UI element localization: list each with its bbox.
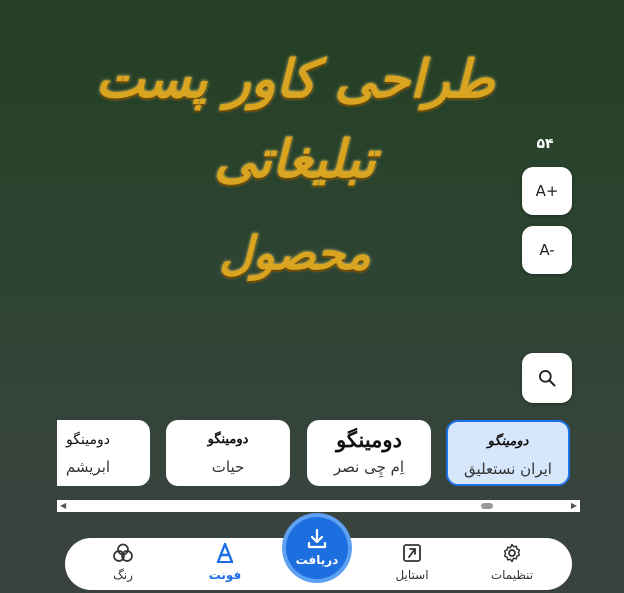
- font-icon: [216, 542, 234, 564]
- font-sample: دومینگو: [207, 432, 249, 447]
- font-sample: دومینگو: [336, 427, 402, 452]
- download-icon: [307, 528, 327, 549]
- download-button[interactable]: دریافت: [286, 517, 348, 579]
- scrollbar-thumb[interactable]: [481, 503, 493, 509]
- scroll-left-icon[interactable]: ◀: [60, 500, 66, 512]
- font-card-hayat[interactable]: دومینگو حیات: [166, 420, 290, 486]
- color-circles-icon: [113, 543, 133, 562]
- search-icon: [539, 370, 556, 387]
- font-name: ابریشم: [65, 458, 111, 476]
- gear-icon: [503, 543, 521, 563]
- preview-line-2: محصول: [219, 226, 371, 280]
- horizontal-scrollbar[interactable]: ◀ ▶: [57, 500, 580, 512]
- nav-settings-label: تنظیمات: [490, 568, 534, 582]
- font-card-iran-nastaliq[interactable]: دومینگو ایران نستعلیق: [446, 420, 570, 486]
- nav-color[interactable]: رنگ: [83, 538, 163, 590]
- font-list[interactable]: دومینگو ایران نستعلیق دومینگو اِم چِی نص…: [57, 418, 577, 490]
- font-card-abrisham[interactable]: دومینگو ابریشم: [57, 420, 150, 486]
- nav-settings[interactable]: تنظیمات: [472, 538, 552, 590]
- nav-style-label: استایل: [395, 568, 429, 582]
- increase-size-button[interactable]: A+: [522, 167, 572, 215]
- scroll-right-icon[interactable]: ▶: [571, 500, 577, 512]
- search-button[interactable]: [522, 353, 572, 403]
- font-sample: دومینگو: [487, 434, 529, 449]
- font-name: ایران نستعلیق: [464, 460, 552, 478]
- preview-line-1: طراحی کاور پست تبلیغاتی: [95, 49, 495, 190]
- nav-font-label: فونت: [208, 568, 242, 582]
- style-icon: [403, 544, 421, 562]
- font-sample: دومینگو: [66, 432, 110, 448]
- preview-text: طراحی کاور پست تبلیغاتی محصول: [60, 40, 530, 288]
- font-name: حیات: [211, 458, 245, 476]
- font-size-value: ۵۴: [536, 136, 554, 152]
- nav-style[interactable]: استایل: [372, 538, 452, 590]
- download-label: دریافت: [295, 553, 339, 567]
- decrease-size-button[interactable]: A-: [522, 226, 572, 274]
- font-card-mj-nasr[interactable]: دومینگو اِم چِی نصر: [307, 420, 431, 486]
- nav-font[interactable]: فونت: [185, 538, 265, 590]
- font-name: اِم چِی نصر: [333, 458, 405, 476]
- nav-color-label: رنگ: [113, 568, 133, 582]
